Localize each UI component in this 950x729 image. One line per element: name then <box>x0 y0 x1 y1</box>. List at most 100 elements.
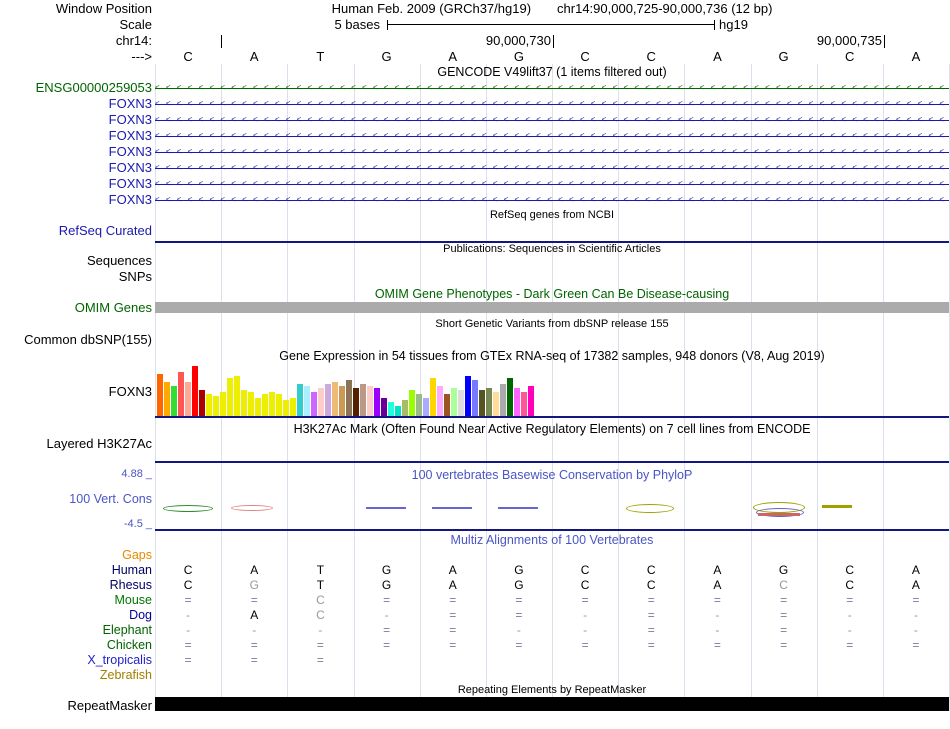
gtex-bar[interactable] <box>185 382 191 416</box>
gtex-bar[interactable] <box>311 392 317 416</box>
alignment-cell[interactable]: = <box>883 593 949 608</box>
gtex-bar[interactable] <box>206 394 212 416</box>
gene-item-label[interactable]: FOXN3 <box>0 144 152 160</box>
alignment-cell[interactable]: C <box>618 578 684 593</box>
gtex-bar[interactable] <box>262 394 268 416</box>
gene-item-row[interactable]: < < < < < < < < < < < < < < < < < < < < … <box>155 80 949 96</box>
gtex-bar[interactable] <box>178 372 184 416</box>
gtex-bar[interactable] <box>479 390 485 416</box>
alignment-cell[interactable]: = <box>883 638 949 653</box>
gtex-bar[interactable] <box>325 384 331 416</box>
species-label[interactable]: Zebrafish <box>0 668 152 683</box>
alignment-cell[interactable]: - <box>817 608 883 623</box>
alignment-cell[interactable]: = <box>155 638 221 653</box>
alignment-cell[interactable]: C <box>287 608 353 623</box>
alignment-cell[interactable]: A <box>420 563 486 578</box>
gtex-bar[interactable] <box>157 374 163 416</box>
gene-item-label[interactable]: FOXN3 <box>0 96 152 112</box>
gene-item-label[interactable]: FOXN3 <box>0 192 152 208</box>
omim-genes-label[interactable]: OMIM Genes <box>0 301 152 314</box>
gtex-bar[interactable] <box>199 390 205 416</box>
alignment-cell[interactable]: - <box>883 623 949 638</box>
alignment-cell[interactable]: = <box>155 653 221 668</box>
gtex-bar[interactable] <box>241 390 247 416</box>
alignment-cell[interactable]: = <box>221 638 287 653</box>
gtex-bar[interactable] <box>388 402 394 416</box>
gtex-bar[interactable] <box>360 384 366 416</box>
alignment-cell[interactable]: G <box>486 578 552 593</box>
publications-sequences-label[interactable]: Sequences <box>0 254 152 268</box>
alignment-cell[interactable]: T <box>287 563 353 578</box>
alignment-cell[interactable]: = <box>751 593 817 608</box>
gtex-bar[interactable] <box>437 386 443 416</box>
alignment-cell[interactable]: = <box>552 638 618 653</box>
alignment-cell[interactable]: - <box>684 608 750 623</box>
gtex-bar[interactable] <box>451 388 457 416</box>
repeatmasker-bar[interactable] <box>155 697 949 711</box>
alignment-cell[interactable]: C <box>817 563 883 578</box>
alignment-cell[interactable]: = <box>486 593 552 608</box>
alignment-cell[interactable]: = <box>684 593 750 608</box>
alignment-cell[interactable]: - <box>684 623 750 638</box>
gene-item-label[interactable]: FOXN3 <box>0 176 152 192</box>
dbsnp-label[interactable]: Common dbSNP(155) <box>0 332 152 347</box>
gtex-bar[interactable] <box>318 388 324 416</box>
alignment-cell[interactable]: - <box>155 623 221 638</box>
gtex-bar[interactable] <box>395 406 401 416</box>
gene-item-label[interactable]: FOXN3 <box>0 128 152 144</box>
alignment-cell[interactable]: = <box>486 638 552 653</box>
species-label[interactable]: Elephant <box>0 623 152 638</box>
alignment-cell[interactable]: = <box>221 653 287 668</box>
alignment-cell[interactable]: - <box>155 608 221 623</box>
gtex-bar[interactable] <box>290 398 296 416</box>
alignment-cell[interactable]: A <box>221 608 287 623</box>
alignment-cell[interactable]: - <box>883 608 949 623</box>
gtex-bar[interactable] <box>374 388 380 416</box>
gtex-bar[interactable] <box>164 382 170 416</box>
alignment-cell[interactable]: C <box>618 563 684 578</box>
gtex-bar[interactable] <box>486 388 492 416</box>
alignment-cell[interactable]: = <box>287 653 353 668</box>
alignment-cell[interactable]: G <box>354 563 420 578</box>
alignment-cell[interactable]: = <box>817 593 883 608</box>
alignment-cell[interactable]: - <box>486 623 552 638</box>
gtex-bar[interactable] <box>402 400 408 416</box>
alignment-cell[interactable]: = <box>552 593 618 608</box>
alignment-cell[interactable]: = <box>420 623 486 638</box>
gtex-bar[interactable] <box>353 388 359 416</box>
alignment-cell[interactable]: = <box>684 638 750 653</box>
gtex-bar[interactable] <box>444 394 450 416</box>
gtex-bar[interactable] <box>339 386 345 416</box>
alignment-cell[interactable]: A <box>221 563 287 578</box>
alignment-cell[interactable]: = <box>420 593 486 608</box>
h3k27ac-label[interactable]: Layered H3K27Ac <box>0 436 152 451</box>
alignment-cell[interactable]: - <box>552 623 618 638</box>
alignment-cell[interactable]: C <box>552 563 618 578</box>
species-label[interactable]: Gaps <box>0 548 152 563</box>
alignment-cell[interactable]: = <box>618 638 684 653</box>
alignment-cell[interactable]: = <box>751 638 817 653</box>
alignment-cell[interactable]: - <box>287 623 353 638</box>
alignment-cell[interactable]: C <box>751 578 817 593</box>
refseq-curated-label[interactable]: RefSeq Curated <box>0 223 152 239</box>
gtex-bar[interactable] <box>367 386 373 416</box>
alignment-cell[interactable]: = <box>420 608 486 623</box>
alignment-cell[interactable]: T <box>287 578 353 593</box>
gene-item-label[interactable]: FOXN3 <box>0 112 152 128</box>
alignment-cell[interactable]: = <box>354 593 420 608</box>
species-label[interactable]: Dog <box>0 608 152 623</box>
gtex-bar[interactable] <box>514 388 520 416</box>
gtex-bar[interactable] <box>507 378 513 416</box>
species-label[interactable]: Rhesus <box>0 578 152 593</box>
alignment-cell[interactable]: G <box>751 563 817 578</box>
gtex-bar[interactable] <box>430 378 436 416</box>
species-label[interactable]: Mouse <box>0 593 152 608</box>
gene-item-label[interactable]: ENSG00000259053 <box>0 80 152 96</box>
gtex-bar[interactable] <box>248 392 254 416</box>
alignment-cell[interactable]: C <box>552 578 618 593</box>
publications-snps-label[interactable]: SNPs <box>0 270 152 284</box>
alignment-cell[interactable]: G <box>486 563 552 578</box>
species-label[interactable]: X_tropicalis <box>0 653 152 668</box>
gtex-bar[interactable] <box>346 380 352 416</box>
gtex-gene-label[interactable]: FOXN3 <box>0 384 152 400</box>
